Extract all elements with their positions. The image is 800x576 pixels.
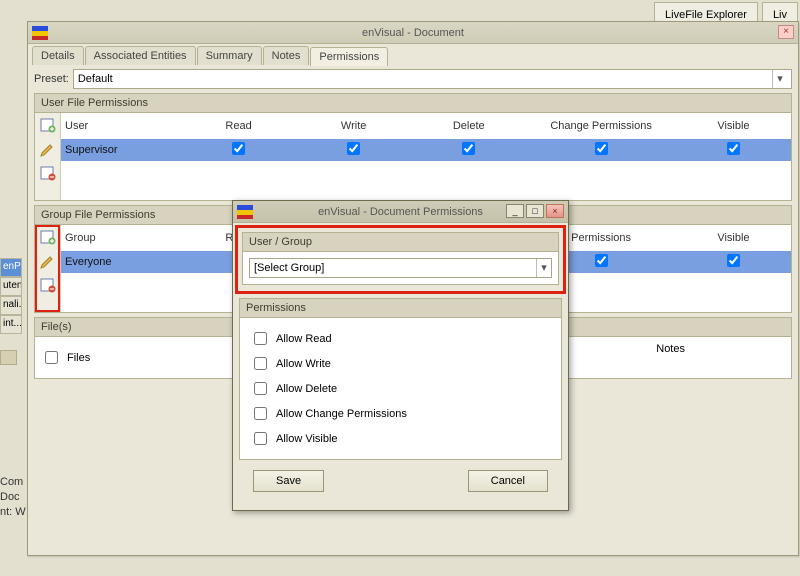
preset-dropdown[interactable]: Default ▾ [73,69,792,89]
group-name-cell: Everyone [61,253,181,271]
allow-read-checkbox[interactable] [254,332,267,345]
window-close-button[interactable]: × [778,25,794,39]
window-titlebar: enVisual - Document × [28,22,798,44]
delete-user-icon[interactable] [40,165,56,181]
files-select-all-checkbox[interactable] [45,351,58,364]
allow-change-label: Allow Change Permissions [276,408,407,420]
dialog-minimize-button[interactable]: _ [506,204,524,218]
permissions-label: Permissions [239,298,562,318]
chevron-down-icon: ▾ [772,70,787,88]
allow-write-checkbox[interactable] [254,357,267,370]
delete-group-icon[interactable] [40,277,56,293]
tab-notes[interactable]: Notes [263,46,310,65]
user-name-cell: Supervisor [61,141,181,159]
tab-strip: Details Associated Entities Summary Note… [28,44,798,65]
preset-label: Preset: [34,73,69,85]
window-title: enVisual - Document [28,27,798,39]
files-column-label: Files [67,352,90,364]
left-tab-item[interactable]: int... [0,315,22,334]
group-select-dropdown[interactable]: [Select Group] ▾ [249,258,552,278]
add-group-icon[interactable] [40,229,56,245]
left-tab-item[interactable]: enPr.. [0,258,22,277]
tab-permissions[interactable]: Permissions [310,47,388,66]
chevron-down-icon: ▾ [536,259,551,277]
user-perm-row[interactable]: Supervisor [61,139,791,161]
user-group-label: User / Group [242,232,559,252]
edit-user-icon[interactable] [40,141,56,157]
permissions-dialog: enVisual - Document Permissions _ □ × Us… [232,200,569,511]
allow-read-label: Allow Read [276,333,332,345]
add-user-icon[interactable] [40,117,56,133]
user-perms-header: User File Permissions [34,93,792,113]
group-visible-checkbox[interactable] [727,254,740,267]
allow-delete-checkbox[interactable] [254,382,267,395]
allow-write-label: Allow Write [276,358,331,370]
preset-value: Default [78,73,113,85]
group-perms-icon-column [35,225,61,312]
allow-visible-label: Allow Visible [276,433,338,445]
allow-change-checkbox[interactable] [254,407,267,420]
group-change-checkbox[interactable] [595,254,608,267]
cancel-button[interactable]: Cancel [468,470,548,492]
allow-visible-checkbox[interactable] [254,432,267,445]
tab-associated-entities[interactable]: Associated Entities [85,46,196,65]
allow-delete-label: Allow Delete [276,383,337,395]
save-button[interactable]: Save [253,470,324,492]
group-select-value: [Select Group] [254,262,324,274]
dialog-titlebar: enVisual - Document Permissions _ □ × [233,201,568,223]
edit-group-icon[interactable] [40,253,56,269]
user-perms-icon-column [35,113,61,200]
user-read-checkbox[interactable] [232,142,245,155]
user-perms-columns: User Read Write Delete Change Permission… [61,113,791,139]
left-tab-item[interactable]: uten.. [0,277,22,296]
user-visible-checkbox[interactable] [727,142,740,155]
group-select-highlight: User / Group [Select Group] ▾ [235,225,566,294]
user-change-checkbox[interactable] [595,142,608,155]
dialog-maximize-button[interactable]: □ [526,204,544,218]
user-delete-checkbox[interactable] [462,142,475,155]
left-misc-handle [0,350,17,365]
left-tab-item[interactable]: nali.. [0,296,22,315]
tab-summary[interactable]: Summary [197,46,262,65]
notes-column-label: Notes [656,343,685,372]
dialog-close-button[interactable]: × [546,204,564,218]
left-tab-strip: enPr.. uten.. nali.. int... [0,258,22,334]
user-write-checkbox[interactable] [347,142,360,155]
footer-fragment: Com Doc nt: W [0,475,26,520]
tab-details[interactable]: Details [32,46,84,65]
